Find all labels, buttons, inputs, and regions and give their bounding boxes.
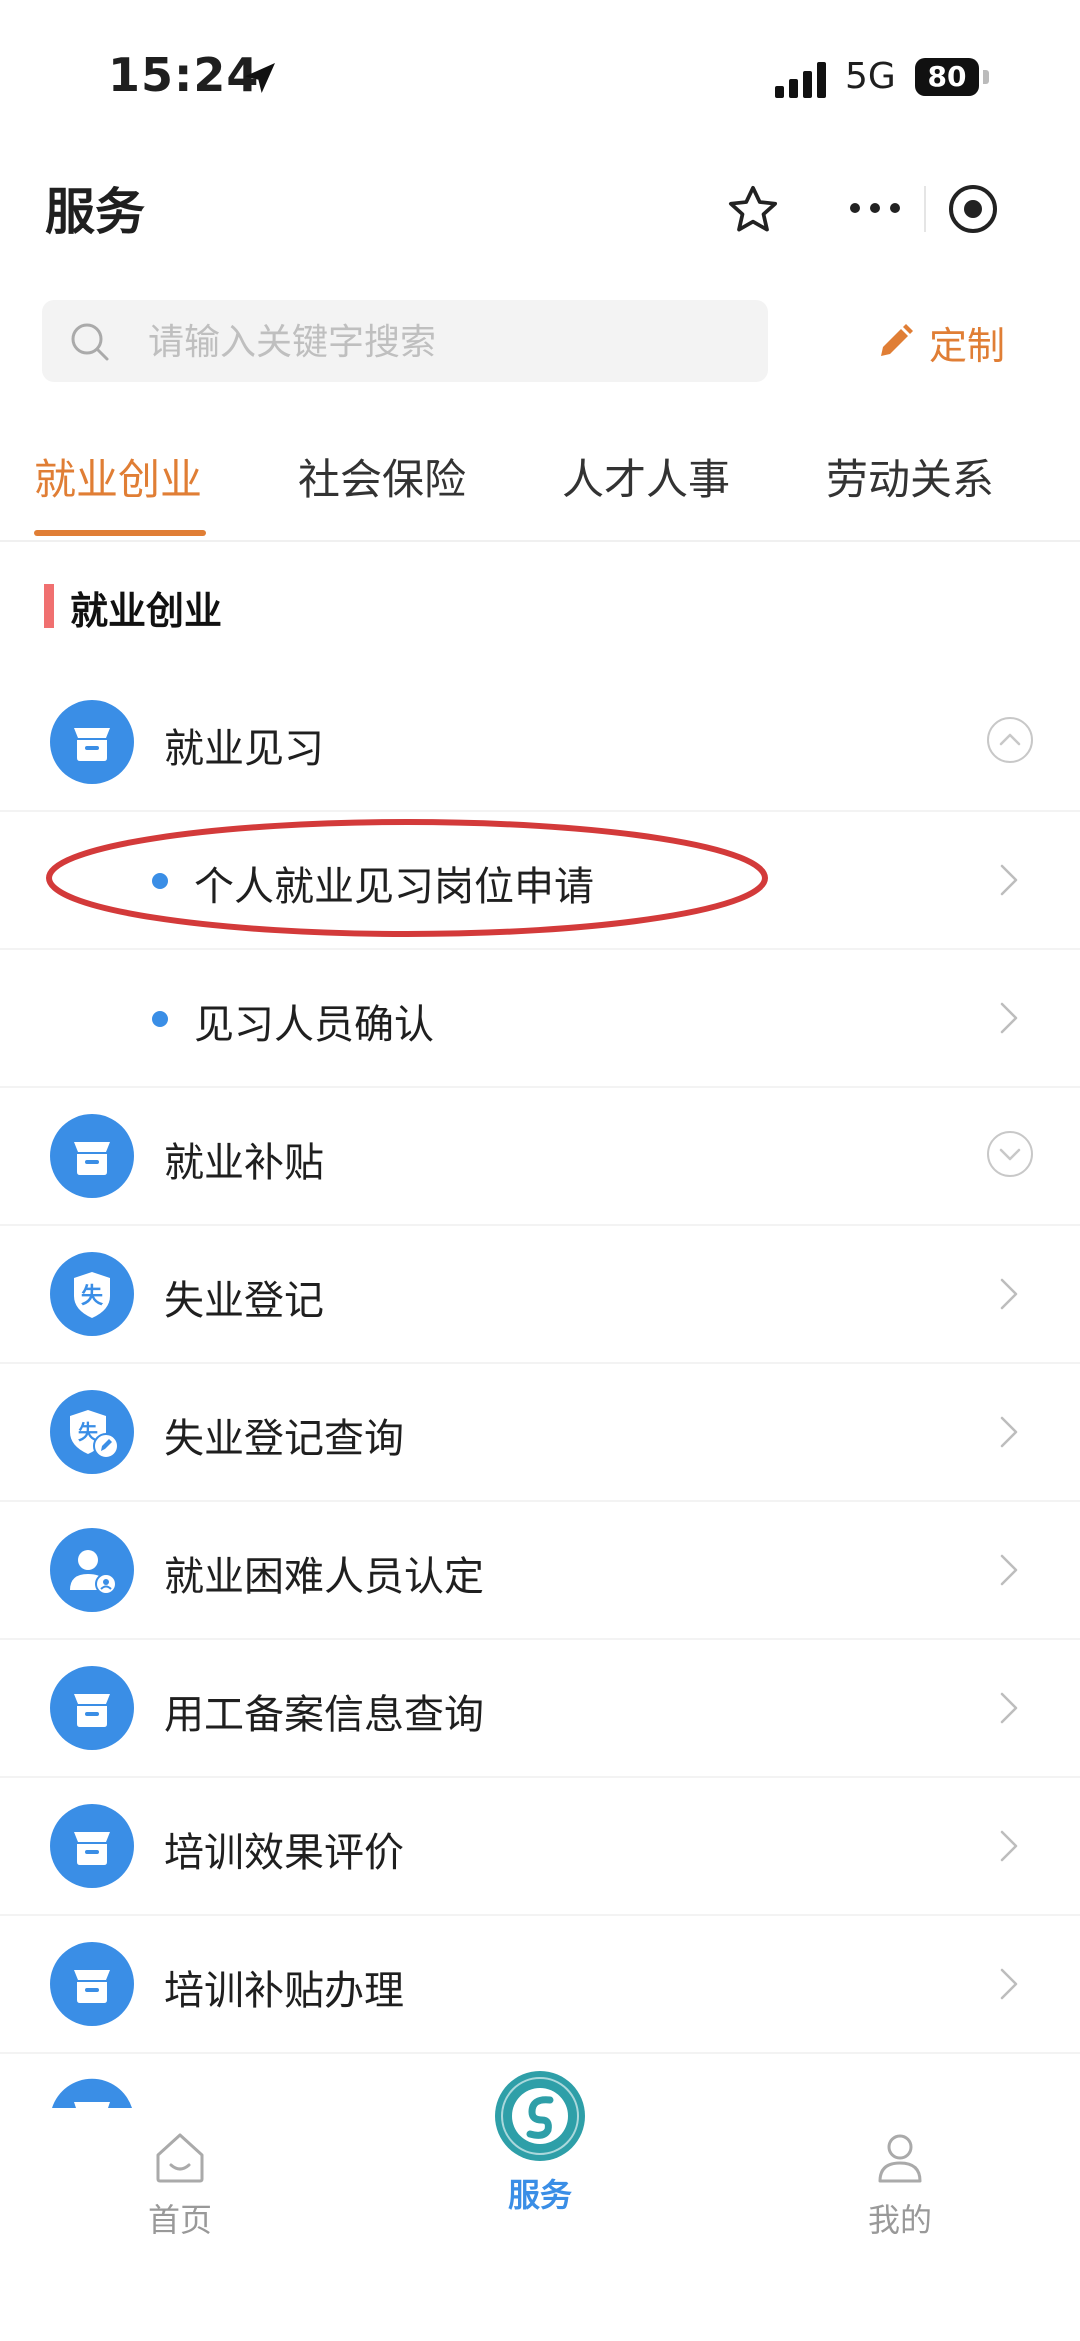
box-icon xyxy=(50,1114,134,1198)
star-icon[interactable] xyxy=(725,182,781,238)
section-title: 就业创业 xyxy=(70,589,223,633)
close-target-icon[interactable] xyxy=(946,182,1000,236)
icon-glyph: 失 xyxy=(81,1284,104,1309)
badge-edit-icon: 失 xyxy=(50,1390,134,1474)
box-icon xyxy=(52,2078,132,2108)
chevron-right-icon xyxy=(1000,864,1018,896)
battery-indicator: 80 xyxy=(915,58,979,96)
list-item-internship[interactable]: 就业见习 xyxy=(0,672,1080,812)
capsule-divider xyxy=(924,186,926,232)
chevron-right-icon xyxy=(1000,1830,1018,1862)
service-logo-icon xyxy=(495,2071,585,2161)
nav-service[interactable]: 服务 xyxy=(480,2068,600,2216)
status-bar: 15:24 5G 80 xyxy=(0,0,1080,150)
chevron-right-icon xyxy=(1000,1554,1018,1586)
location-arrow-icon xyxy=(245,63,275,93)
customize-label: 定制 xyxy=(929,323,1006,368)
tab-talent-personnel[interactable]: 人才人事 xyxy=(562,446,730,507)
list-item-employment-subsidy[interactable]: 就业补贴 xyxy=(0,1086,1080,1226)
person-icon xyxy=(50,1528,134,1612)
nav-mine[interactable]: 我的 xyxy=(850,2125,950,2241)
page-title: 服务 xyxy=(45,183,145,241)
search-input[interactable] xyxy=(146,318,730,366)
shield-icon: 失 xyxy=(50,1252,134,1336)
tab-employment[interactable]: 就业创业 xyxy=(34,446,202,507)
category-tabs: 就业创业 社会保险 人才人事 劳动关系 xyxy=(0,430,1080,542)
list-item-unemployment-registration[interactable]: 失 失业登记 xyxy=(0,1224,1080,1364)
list-item-training-evaluation[interactable]: 培训效果评价 xyxy=(0,1776,1080,1916)
list-item-training-subsidy[interactable]: 培训补贴办理 xyxy=(0,1914,1080,2054)
more-icon[interactable] xyxy=(840,190,910,226)
item-label: 失业登记 xyxy=(164,1278,324,1324)
battery-tip xyxy=(983,70,989,84)
bullet-dot xyxy=(152,1011,168,1027)
chevron-right-icon xyxy=(1000,1002,1018,1034)
box-icon xyxy=(50,700,134,784)
item-label: 失业登记查询 xyxy=(164,1416,404,1462)
user-icon xyxy=(878,2134,922,2183)
nav-label: 服务 xyxy=(507,2176,572,2214)
collapse-toggle-icon[interactable] xyxy=(986,716,1034,764)
home-icon xyxy=(156,2133,204,2183)
nav-label: 我的 xyxy=(867,2201,932,2239)
item-label: 培训补贴办理 xyxy=(164,1968,404,2014)
sub-item-intern-confirmation[interactable]: 见习人员确认 xyxy=(0,948,1080,1088)
signal-icon xyxy=(775,62,826,98)
tab-social-insurance[interactable]: 社会保险 xyxy=(298,446,466,507)
chevron-right-icon xyxy=(1000,1692,1018,1724)
chevron-right-icon xyxy=(1000,1416,1018,1448)
highlight-ellipse xyxy=(46,819,768,937)
expand-toggle-icon[interactable] xyxy=(986,1130,1034,1178)
status-time: 15:24 xyxy=(108,48,260,102)
network-type: 5G xyxy=(845,56,896,97)
tab-labor-relations[interactable]: 劳动关系 xyxy=(826,446,994,507)
active-tab-underline xyxy=(34,530,206,536)
list-item-employment-record-query[interactable]: 用工备案信息查询 xyxy=(0,1638,1080,1778)
list-item-hardship-certification[interactable]: 就业困难人员认定 xyxy=(0,1500,1080,1640)
box-icon xyxy=(50,1666,134,1750)
nav-label: 首页 xyxy=(147,2201,212,2239)
sub-item-label: 见习人员确认 xyxy=(194,1002,434,1048)
chevron-right-icon xyxy=(1000,1278,1018,1310)
search-icon xyxy=(71,323,109,361)
item-label: 用工备案信息查询 xyxy=(164,1692,484,1738)
item-label: 就业困难人员认定 xyxy=(164,1554,484,1600)
section-marker xyxy=(44,584,54,628)
pencil-icon xyxy=(881,324,913,356)
box-icon xyxy=(50,1942,134,2026)
box-icon xyxy=(50,1804,134,1888)
item-label: 就业补贴 xyxy=(164,1140,324,1186)
customize-button[interactable]: 定制 xyxy=(875,310,1005,374)
chevron-right-icon xyxy=(1000,1968,1018,2000)
item-label: 就业见习 xyxy=(164,726,324,772)
search-box[interactable] xyxy=(42,300,768,382)
list-item-unemployment-query[interactable]: 失 失业登记查询 xyxy=(0,1362,1080,1502)
nav-home[interactable]: 首页 xyxy=(130,2125,230,2241)
item-label: 培训效果评价 xyxy=(164,1830,404,1876)
